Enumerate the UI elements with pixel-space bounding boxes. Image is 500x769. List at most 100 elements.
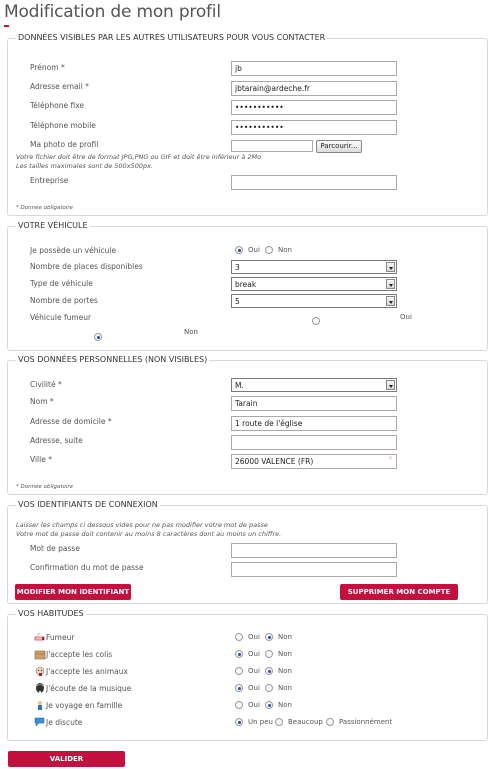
fumeur-habit-oui-radio[interactable] bbox=[235, 633, 243, 641]
fumeur-habit-oui-label: Oui bbox=[248, 633, 260, 641]
fumeur-non-label: Non bbox=[184, 328, 198, 336]
nom-field[interactable]: Tarain bbox=[231, 396, 397, 411]
ville-value: 26000 VALENCE (FR) bbox=[235, 457, 314, 466]
login-note-2: Votre mot de passe doit contenir au moin… bbox=[16, 530, 282, 538]
habit-label-colis: J'accepte les colis bbox=[46, 650, 113, 659]
animaux-oui-radio[interactable] bbox=[235, 667, 243, 675]
tel-fixe-field[interactable]: ••••••••••• bbox=[231, 100, 397, 115]
discute-beaucoup-label: Beaucoup bbox=[288, 718, 323, 726]
photo-note-2: Les tailles maximales sont de 500x500px. bbox=[16, 162, 154, 170]
portes-label: Nombre de portes bbox=[30, 296, 98, 305]
fumeur-habit-non-radio[interactable] bbox=[265, 633, 273, 641]
tel-fixe-label: Téléphone fixe bbox=[30, 101, 85, 110]
discute-unpeu-radio[interactable] bbox=[235, 718, 243, 726]
places-label: Nombre de places disponibles bbox=[30, 262, 143, 271]
required-note: * Donnée obligatoire bbox=[16, 205, 74, 211]
login-note-1: Laisser les champs ci dessous vides pour… bbox=[16, 521, 268, 529]
discute-unpeu-label: Un peu bbox=[248, 718, 273, 726]
civilite-label: Civilité * bbox=[30, 380, 62, 389]
famille-non-radio[interactable] bbox=[265, 701, 273, 709]
page-title: Modification de mon profil bbox=[4, 2, 221, 22]
entreprise-field[interactable] bbox=[231, 175, 397, 190]
photo-note-1: Votre fichier doit être de format JPG,PN… bbox=[16, 153, 262, 161]
fumeur-habit-non-label: Non bbox=[278, 633, 292, 641]
fumeur-label: Véhicule fumeur bbox=[30, 313, 92, 322]
valider-button[interactable]: VALIDER bbox=[8, 751, 125, 767]
title-underline bbox=[4, 25, 9, 27]
contact-section: DONNÉES VISIBLES PAR LES AUTRES UTILISAT… bbox=[7, 33, 488, 216]
password-field[interactable] bbox=[231, 543, 397, 558]
possede-oui-radio[interactable] bbox=[235, 246, 243, 254]
musique-oui-label: Oui bbox=[248, 684, 260, 692]
adresse-field[interactable]: 1 route de l'église bbox=[231, 416, 397, 431]
vehicle-section: VOTRE VÉHICULE Je possède un véhicule Ou… bbox=[7, 221, 488, 351]
possede-label: Je possède un véhicule bbox=[30, 246, 117, 255]
vehicle-legend: VOTRE VÉHICULE bbox=[16, 221, 90, 230]
adresse-label: Adresse de domicile * bbox=[30, 417, 112, 426]
modifier-identifiant-button[interactable]: MODIFIER MON IDENTIFIANT bbox=[15, 584, 131, 600]
fumeur-oui-label: Oui bbox=[400, 313, 412, 321]
contact-legend: DONNÉES VISIBLES PAR LES AUTRES UTILISAT… bbox=[16, 33, 328, 42]
discute-beaucoup-radio[interactable] bbox=[275, 718, 283, 726]
musique-non-radio[interactable] bbox=[265, 684, 273, 692]
spinner-icon: ⁘ bbox=[387, 455, 393, 462]
famille-oui-label: Oui bbox=[248, 701, 260, 709]
famille-oui-radio[interactable] bbox=[235, 701, 243, 709]
personal-legend: VOS DONNÉES PERSONNELLES (NON VISIBLES) bbox=[16, 355, 210, 364]
habits-section: VOS HABITUDES Fumeur Oui Non J'accepte l… bbox=[7, 609, 488, 741]
prenom-field[interactable]: jb bbox=[231, 61, 397, 76]
possede-non-radio[interactable] bbox=[265, 246, 273, 254]
habits-legend: VOS HABITUDES bbox=[16, 609, 86, 618]
tel-mobile-field[interactable]: ••••••••••• bbox=[231, 120, 397, 135]
confirm-password-field[interactable] bbox=[231, 562, 397, 577]
entreprise-label: Entreprise bbox=[30, 176, 69, 185]
email-field[interactable]: jbtarain@ardeche.fr bbox=[231, 81, 397, 96]
supprimer-compte-button[interactable]: SUPPRIMER MON COMPTE bbox=[340, 584, 458, 600]
type-select[interactable]: break bbox=[231, 277, 397, 291]
fumeur-non-radio[interactable] bbox=[94, 333, 102, 341]
civilite-select[interactable]: M. bbox=[231, 378, 397, 392]
tel-mobile-label: Téléphone mobile bbox=[30, 121, 96, 130]
discute-passion-radio[interactable] bbox=[326, 718, 334, 726]
music-icon bbox=[36, 683, 44, 693]
chat-icon bbox=[34, 717, 45, 727]
possede-non-label: Non bbox=[278, 246, 292, 254]
login-legend: VOS IDENTIFIANTS DE CONNEXION bbox=[16, 500, 160, 509]
adresse-suite-label: Adresse, suite bbox=[30, 436, 83, 445]
chevron-down-icon bbox=[386, 279, 395, 289]
musique-oui-radio[interactable] bbox=[235, 684, 243, 692]
family-icon bbox=[38, 701, 42, 710]
photo-file-field[interactable] bbox=[231, 140, 313, 152]
type-label: Type de véhicule bbox=[30, 279, 93, 288]
places-select[interactable]: 3 bbox=[231, 260, 397, 274]
adresse-suite-field[interactable] bbox=[231, 435, 397, 450]
portes-select[interactable]: 5 bbox=[231, 294, 397, 308]
package-icon bbox=[34, 650, 46, 660]
civilite-value: M. bbox=[235, 381, 244, 390]
habit-label-animaux: J'accepte les animaux bbox=[46, 667, 128, 676]
ville-field[interactable]: 26000 VALENCE (FR) ⁘ bbox=[231, 454, 397, 469]
animaux-non-label: Non bbox=[278, 667, 292, 675]
portes-value: 5 bbox=[235, 297, 240, 306]
musique-non-label: Non bbox=[278, 684, 292, 692]
colis-non-radio[interactable] bbox=[265, 650, 273, 658]
confirm-label: Confirmation du mot de passe bbox=[30, 563, 144, 572]
ville-label: Ville * bbox=[30, 455, 52, 464]
chevron-down-icon bbox=[386, 380, 395, 390]
mdp-label: Mot de passe bbox=[30, 544, 80, 553]
perso-required-note: * Donnée obligatoire bbox=[16, 484, 74, 490]
fumeur-oui-radio[interactable] bbox=[312, 317, 320, 325]
photo-label: Ma photo de profil bbox=[30, 140, 99, 149]
personal-section: VOS DONNÉES PERSONNELLES (NON VISIBLES) … bbox=[7, 355, 488, 495]
type-value: break bbox=[235, 280, 257, 289]
habit-label-musique: J'écoute de la musique bbox=[46, 684, 132, 693]
nom-label: Nom * bbox=[30, 397, 54, 406]
animaux-oui-label: Oui bbox=[248, 667, 260, 675]
colis-oui-radio[interactable] bbox=[235, 650, 243, 658]
browse-button[interactable]: Parcourir... bbox=[316, 140, 362, 153]
prenom-label: Prénom * bbox=[30, 63, 65, 72]
animaux-non-radio[interactable] bbox=[265, 667, 273, 675]
colis-oui-label: Oui bbox=[248, 650, 260, 658]
habit-label-famille: Je voyage en famille bbox=[46, 701, 123, 710]
habit-label-discute: Je discute bbox=[46, 718, 83, 727]
